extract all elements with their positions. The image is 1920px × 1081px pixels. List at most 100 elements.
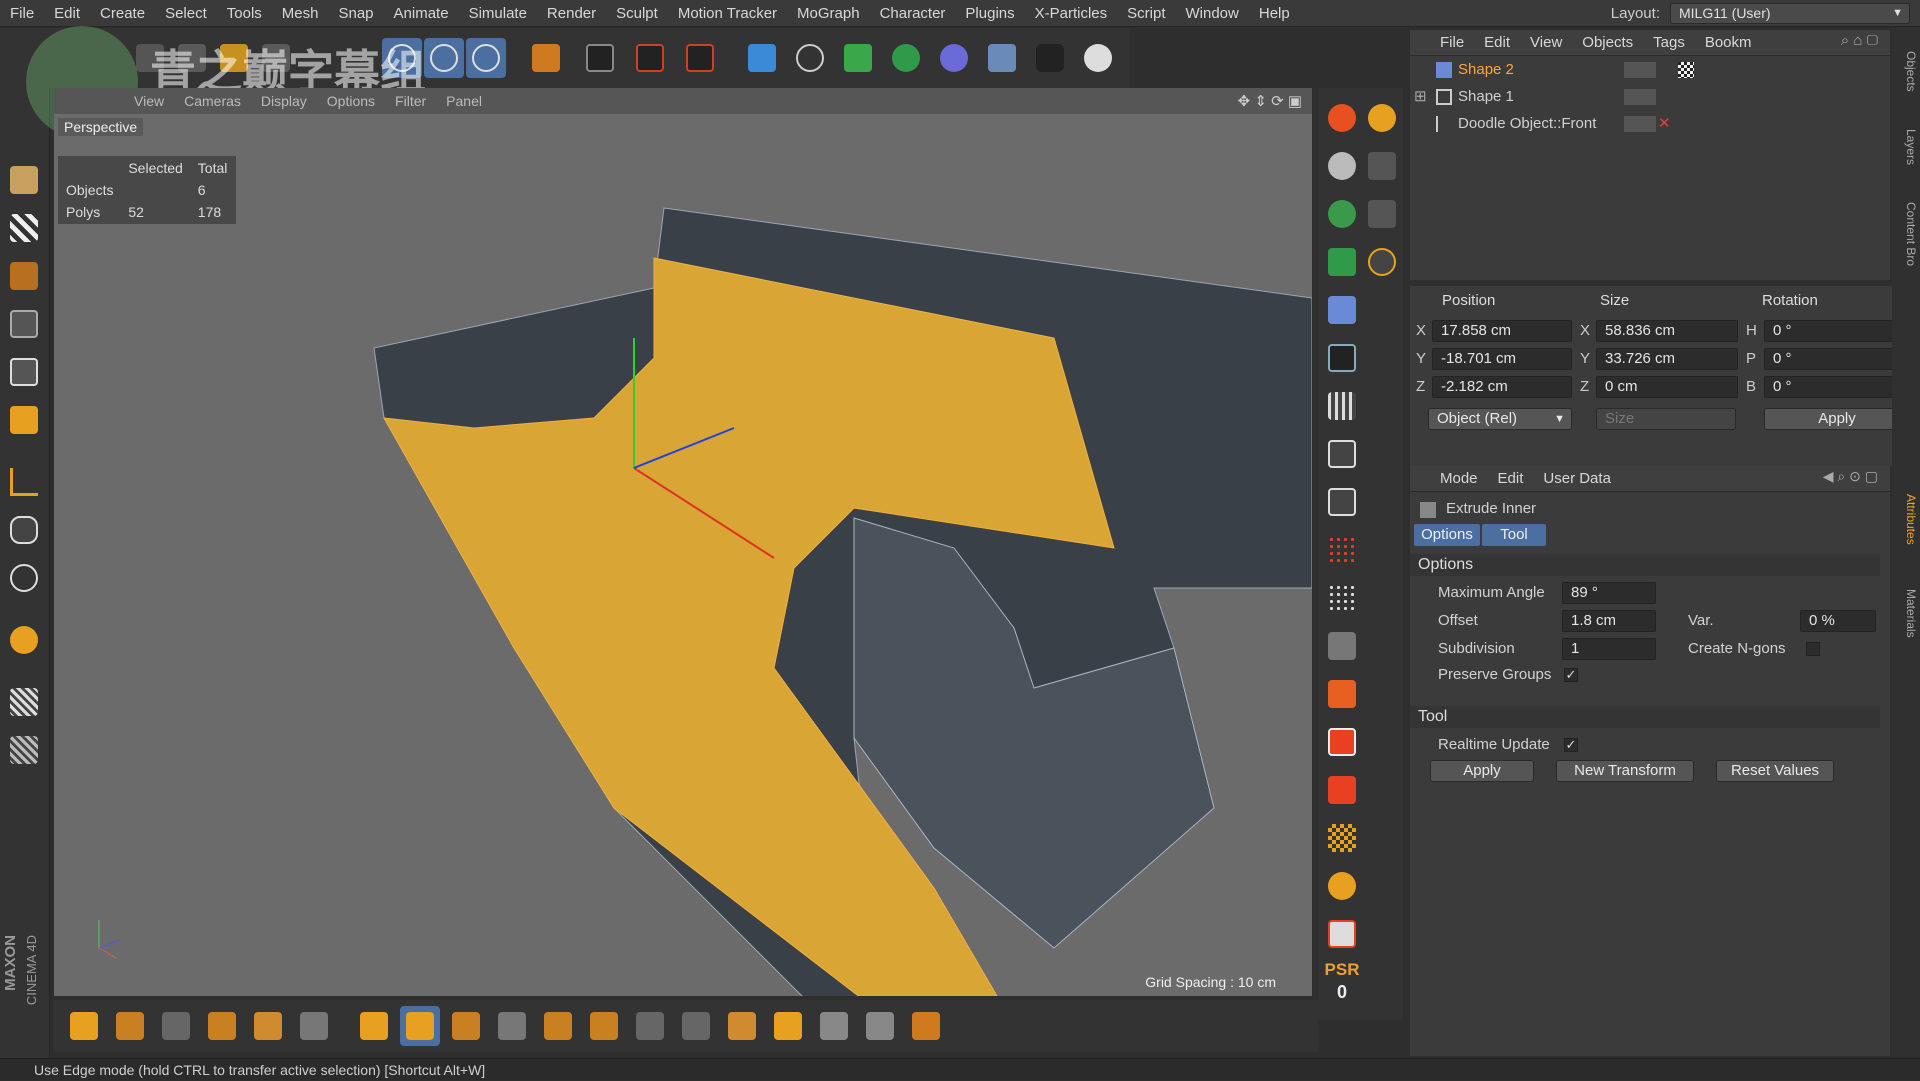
make-editable-icon[interactable] [4,160,44,200]
menu-edit[interactable]: Edit [44,0,90,27]
live-selection-icon[interactable] [1322,98,1362,138]
spline-pen-icon[interactable] [790,38,830,78]
om-menu-view[interactable]: View [1520,30,1572,56]
viewport-menu-display[interactable]: Display [251,88,317,114]
light-icon[interactable] [1078,38,1118,78]
viewport-menu-panel[interactable]: Panel [436,88,492,114]
polygons-mode-icon[interactable] [4,400,44,440]
menu-mograph[interactable]: MoGraph [787,0,870,27]
disabled-icon[interactable]: ✕ [1658,110,1671,137]
viewport-menu-view[interactable]: View [124,88,174,114]
tab-objects-vertical[interactable]: Objects [1894,36,1918,106]
floor-icon[interactable] [982,38,1022,78]
green-cube-icon[interactable] [1322,242,1362,282]
matrix-extrude-icon[interactable] [446,1006,486,1046]
tool-apply-button[interactable]: Apply [1430,760,1534,782]
frame-icon[interactable] [1322,914,1362,954]
coordinate-mode-dropdown[interactable]: Object (Rel) ▼ [1428,408,1572,430]
om-menu-file[interactable]: File [1430,30,1474,56]
set-point-value-icon[interactable] [860,1006,900,1046]
extrude-cube-icon[interactable] [354,1006,394,1046]
cloner-icon[interactable] [886,38,926,78]
deformer-icon[interactable] [934,38,974,78]
size-z-field[interactable]: 0 cm [1596,376,1738,398]
cube-icon[interactable] [742,38,782,78]
menu-simulate[interactable]: Simulate [459,0,537,27]
smooth-shift-icon[interactable] [492,1006,532,1046]
checker-icon[interactable] [1322,818,1362,858]
offset-field[interactable]: 1.8 cm [1562,610,1656,632]
tab-tool[interactable]: Tool [1482,524,1546,546]
split-icon[interactable] [906,1006,946,1046]
visibility-flags-icon[interactable] [1624,62,1656,78]
viewport-menu-options[interactable]: Options [317,88,385,114]
create-ngons-checkbox[interactable] [1806,642,1820,656]
rot-b-field[interactable]: 0 ° [1764,376,1904,398]
object-row-doodle[interactable]: Doodle Object::Front ✕ [1410,110,1890,137]
z-axis-lock-icon[interactable] [466,38,506,78]
snap-3d-icon[interactable] [1362,146,1402,186]
rot-p-field[interactable]: 0 ° [1764,348,1904,370]
om-menu-bookmarks[interactable]: Bookm [1695,30,1762,56]
om-menu-objects[interactable]: Objects [1572,30,1643,56]
recycle-icon[interactable] [1322,866,1362,906]
tab-options[interactable]: Options [1414,524,1480,546]
magnet-icon[interactable] [4,620,44,660]
axis-mode-icon[interactable] [4,462,44,502]
edges-mode-icon[interactable] [4,352,44,392]
dots-grid-icon[interactable] [1322,530,1362,570]
search-icon[interactable]: ⌕ ⌂ ▢ [1841,32,1878,49]
pos-x-field[interactable]: 17.858 cm [1432,320,1572,342]
menu-animate[interactable]: Animate [384,0,459,27]
camera-icon[interactable] [1030,38,1070,78]
object-row-shape-2[interactable]: Shape 2 [1410,56,1890,83]
snap-rotate-icon[interactable] [1362,242,1402,282]
normal-move-icon[interactable] [538,1006,578,1046]
tab-attributes-vertical[interactable]: Attributes [1894,474,1918,564]
tab-materials-vertical[interactable]: Materials [1894,568,1918,658]
render-view-icon[interactable] [580,38,620,78]
menu-render[interactable]: Render [537,0,606,27]
menu-x-particles[interactable]: X-Particles [1025,0,1118,27]
menu-sculpt[interactable]: Sculpt [606,0,668,27]
subdivision-field[interactable]: 1 [1562,638,1656,660]
tab-layers-vertical[interactable]: Layers [1894,112,1918,182]
menu-create[interactable]: Create [90,0,155,27]
realtime-update-checkbox[interactable]: ✓ [1564,738,1578,752]
stitch-icon[interactable] [676,1006,716,1046]
mirror-icon[interactable] [814,1006,854,1046]
coordinate-system-icon[interactable] [526,38,566,78]
subdivision-surface-icon[interactable] [838,38,878,78]
extrude-icon[interactable] [202,1006,242,1046]
menu-help[interactable]: Help [1249,0,1300,27]
y-axis-lock-icon[interactable] [424,38,464,78]
render-picture-viewer-icon[interactable] [630,38,670,78]
pos-z-field[interactable]: -2.182 cm [1432,376,1572,398]
object-row-shape-1[interactable]: ⊞ Shape 1 [1410,83,1890,110]
workplane-icon[interactable] [4,256,44,296]
menu-plugins[interactable]: Plugins [955,0,1024,27]
normal-scale-icon[interactable] [584,1006,624,1046]
visibility-flags-icon[interactable] [1624,89,1656,105]
orange-shape-icon[interactable] [1322,674,1362,714]
menu-character[interactable]: Character [870,0,956,27]
am-menu-user-data[interactable]: User Data [1533,466,1621,492]
brush-icon[interactable] [64,1006,104,1046]
menu-tools[interactable]: Tools [217,0,272,27]
preserve-groups-checkbox[interactable]: ✓ [1564,668,1578,682]
expand-icon[interactable]: ⊞ [1414,83,1427,110]
menu-motion-tracker[interactable]: Motion Tracker [668,0,787,27]
am-menu-edit[interactable]: Edit [1488,466,1534,492]
snapping-icon[interactable] [4,558,44,598]
red-box-icon[interactable] [1322,722,1362,762]
grid-icon[interactable] [1322,386,1362,426]
menu-select[interactable]: Select [155,0,217,27]
coordinate-apply-button[interactable]: Apply [1764,408,1910,430]
size-x-field[interactable]: 58.836 cm [1596,320,1738,342]
layout-dropdown[interactable]: MILG11 (User) ▼ [1670,3,1910,24]
size-y-field[interactable]: 33.726 cm [1596,348,1738,370]
cloner-small-icon[interactable] [1322,194,1362,234]
nav-back-icon[interactable]: ◀ ⌕ ⊙ ▢ [1823,468,1878,485]
weld-icon[interactable] [722,1006,762,1046]
am-menu-mode[interactable]: Mode [1430,466,1488,492]
